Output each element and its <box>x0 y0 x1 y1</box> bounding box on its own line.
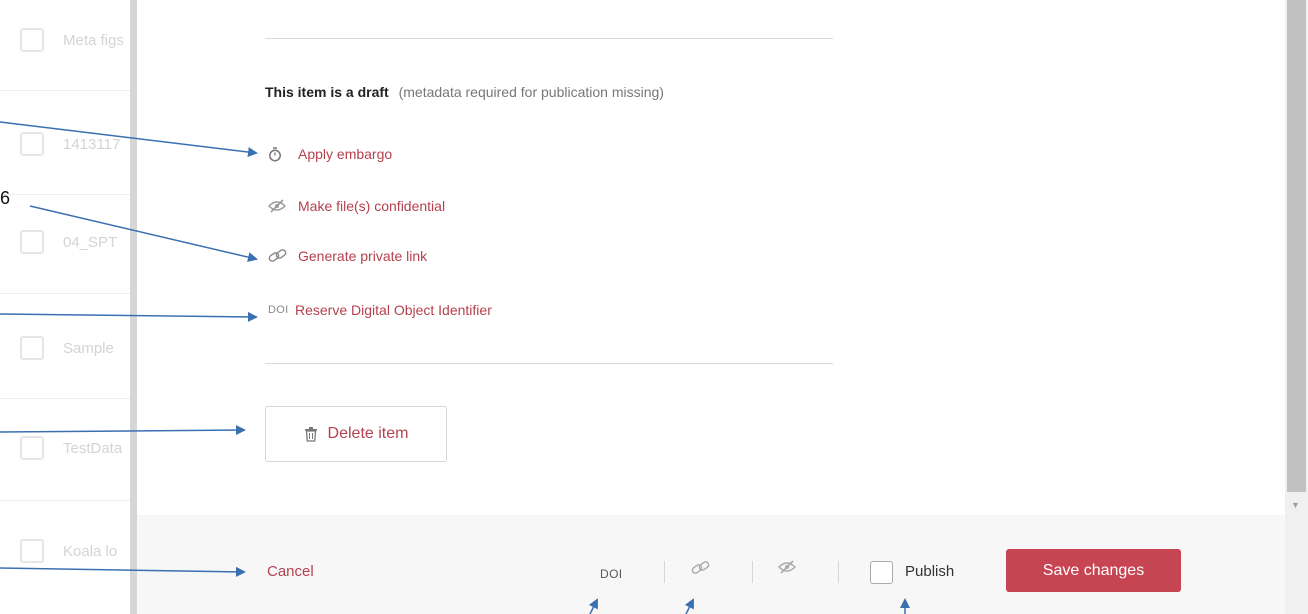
delete-item-button[interactable]: Delete item <box>265 406 447 462</box>
publish-label: Publish <box>905 563 955 580</box>
list-item-label: Meta figs <box>63 31 124 49</box>
stopwatch-icon <box>268 146 298 162</box>
panel-edge <box>130 0 137 614</box>
scroll-down-arrow-icon[interactable]: ▼ <box>1291 500 1300 510</box>
divider <box>265 363 833 364</box>
item-checkbox[interactable] <box>20 230 44 254</box>
generate-private-link-label: Generate private link <box>298 248 428 264</box>
apply-embargo-label: Apply embargo <box>298 146 393 162</box>
item-checkbox[interactable] <box>20 539 44 563</box>
reserve-doi-action[interactable]: DOI Reserve Digital Object Identifier <box>268 302 492 318</box>
reserve-doi-label: Reserve Digital Object Identifier <box>295 302 492 318</box>
item-checkbox[interactable] <box>20 336 44 360</box>
item-checkbox[interactable] <box>20 436 44 460</box>
link-icon <box>268 248 298 264</box>
divider <box>0 293 135 294</box>
list-item-label: 1413117 <box>63 135 121 153</box>
draft-status: This item is a draft (metadata required … <box>265 84 664 100</box>
draft-status-title: This item is a draft <box>265 84 389 100</box>
annotation-number: 6 <box>0 188 11 208</box>
divider <box>664 561 665 583</box>
apply-embargo-action[interactable]: Apply embargo <box>268 146 392 162</box>
make-confidential-action[interactable]: Make file(s) confidential <box>268 198 445 214</box>
footer-doi-button[interactable]: DOI <box>600 567 623 581</box>
save-changes-button[interactable]: Save changes <box>1006 549 1181 592</box>
item-checkbox[interactable] <box>20 28 44 52</box>
generate-private-link-action[interactable]: Generate private link <box>268 248 427 264</box>
list-item[interactable]: Koala lo <box>0 523 135 579</box>
list-item-label: 04_SPT <box>63 233 118 251</box>
divider <box>0 194 135 195</box>
link-icon[interactable] <box>691 560 711 581</box>
divider <box>752 561 753 583</box>
make-confidential-label: Make file(s) confidential <box>298 198 446 214</box>
cancel-link[interactable]: Cancel <box>267 563 314 580</box>
scrollbar-thumb[interactable] <box>1287 0 1306 492</box>
list-item-label: Koala lo <box>63 542 118 560</box>
item-checkbox[interactable] <box>20 132 44 156</box>
divider <box>0 90 135 91</box>
list-item[interactable]: TestData <box>0 420 135 476</box>
divider <box>265 38 833 39</box>
publish-checkbox[interactable] <box>870 561 893 584</box>
list-item-label: TestData <box>63 439 123 457</box>
eye-slash-icon <box>268 199 298 213</box>
list-item[interactable]: 1413117 <box>0 116 135 172</box>
delete-item-label: Delete item <box>327 425 409 442</box>
list-item[interactable]: Sample <box>0 320 135 376</box>
divider <box>838 561 839 583</box>
list-item-label: Sample <box>63 339 114 357</box>
divider <box>0 398 135 399</box>
trash-icon <box>304 426 318 442</box>
draft-status-note: (metadata required for publication missi… <box>398 84 664 100</box>
eye-slash-icon[interactable] <box>778 560 796 579</box>
list-item[interactable]: Meta figs <box>0 12 135 68</box>
list-item[interactable]: 04_SPT <box>0 214 135 270</box>
divider <box>0 500 135 501</box>
item-list: Meta figs 1413117 04_SPT Sample TestData… <box>0 0 135 614</box>
